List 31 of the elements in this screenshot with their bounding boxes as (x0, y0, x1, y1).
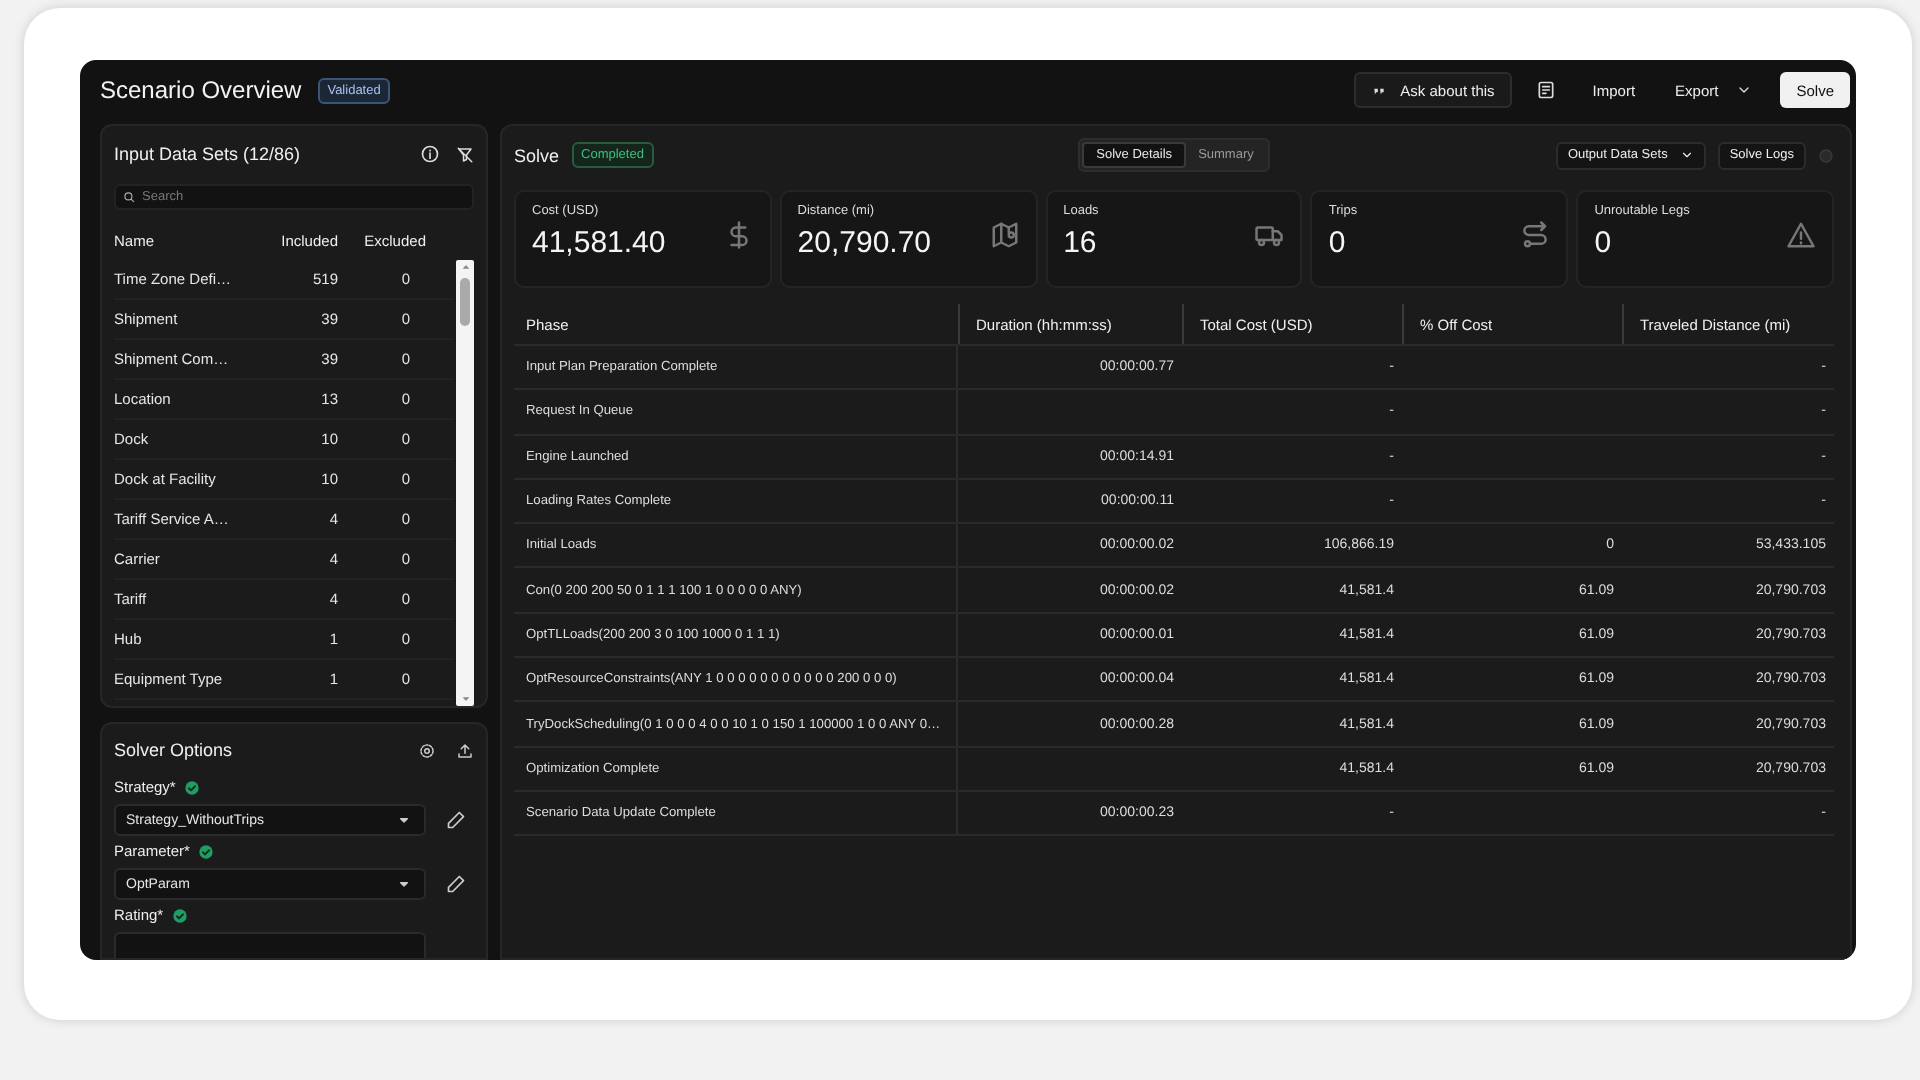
kpi-value: 41,581.40 (532, 226, 666, 260)
chevron-icon (1679, 148, 1694, 162)
down-arrow-icon[interactable] (459, 694, 471, 704)
kpi-value: 0 (1594, 226, 1612, 260)
search-icon (122, 190, 136, 204)
route-icon (1520, 220, 1551, 250)
slashed-funnel-icon[interactable] (456, 145, 474, 163)
kpi-value: 0 (1328, 226, 1346, 260)
pencil-icon[interactable] (446, 874, 466, 894)
kpi-value: 20,790.70 (797, 226, 932, 260)
warning-icon (1786, 220, 1816, 250)
panel-title: Input Data Sets (12/86) (114, 144, 303, 164)
upload-icon[interactable] (456, 741, 474, 759)
map-icon (989, 220, 1020, 250)
quote-icon (1372, 83, 1387, 97)
scrollbar-thumb[interactable] (460, 278, 470, 326)
caret-icon (396, 876, 412, 892)
caret-icon (396, 812, 412, 828)
dropdown-field[interactable] (114, 932, 426, 958)
kpi-value: 16 (1063, 226, 1097, 260)
pencil-icon[interactable] (446, 810, 466, 830)
panel-title: Solver Options (114, 740, 235, 760)
page-title: Scenario Overview (100, 76, 302, 104)
circle-icon (1818, 147, 1834, 163)
chevron-icon (1736, 82, 1753, 98)
panel-title: Solve (514, 145, 560, 165)
info-icon[interactable] (420, 144, 440, 164)
scrollbar[interactable] (456, 260, 474, 706)
notes-icon[interactable] (1536, 80, 1557, 100)
truck-icon (1254, 220, 1285, 250)
up-arrow-icon[interactable] (459, 262, 471, 272)
